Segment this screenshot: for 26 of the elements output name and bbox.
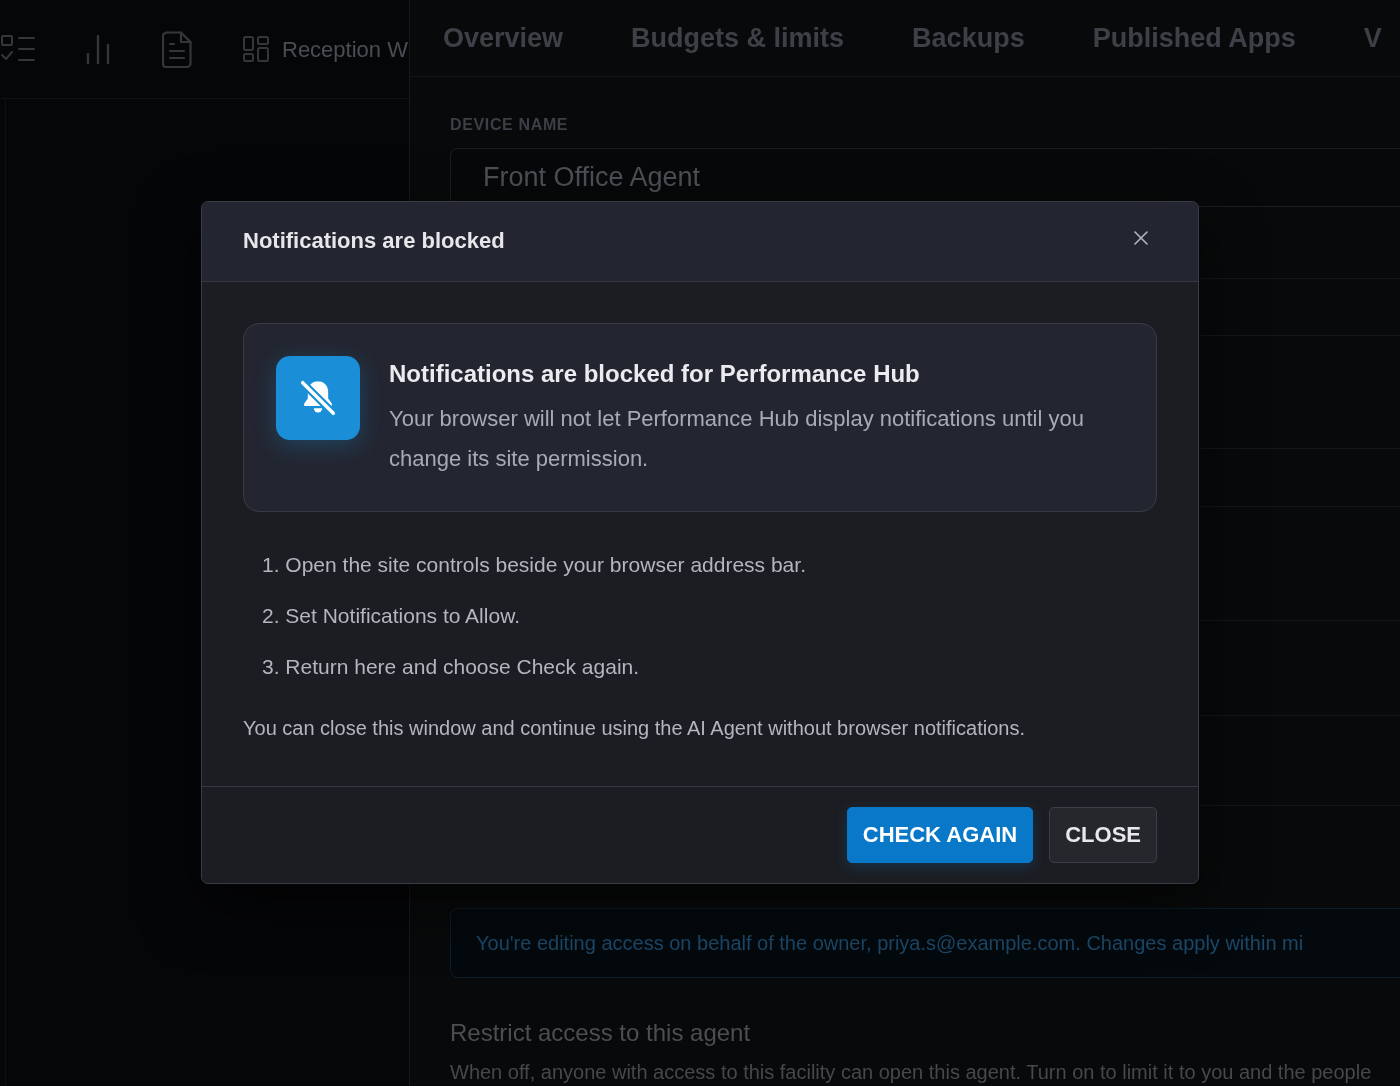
- step-text: 3. Return here and choose Check again.: [261, 654, 641, 680]
- close-dialog-button[interactable]: CLOSE: [1049, 807, 1157, 863]
- tab[interactable]: Budgets & limits: [631, 21, 845, 55]
- dialog-title: Notifications are blocked: [243, 228, 505, 255]
- toolbar-link[interactable]: Reception W: [243, 32, 408, 66]
- step-text: 1. Open the site controls beside your browser address bar.: [261, 552, 807, 578]
- section-description: When off, anyone with access to this facility can open this agent. Turn on to limit it to you and the people: [450, 1061, 1373, 1083]
- tab[interactable]: Backups: [912, 21, 1025, 55]
- note-text: You can close this window and continue using the AI Agent without browser notifications.: [243, 716, 1026, 741]
- tab[interactable]: Overview: [443, 21, 564, 55]
- checklist-icon[interactable]: [1, 35, 35, 63]
- step-text: 2. Set Notifications to Allow.: [261, 603, 521, 629]
- tab[interactable]: V: [1363, 21, 1382, 55]
- notice-text: Your browser will not let Performance Hub display notifications until you change its site permission.: [389, 405, 1085, 473]
- device-name-field[interactable]: Front Office Agent: [450, 148, 1400, 207]
- notice-title: Notifications are blocked for Performance Hub: [389, 359, 921, 389]
- info-alert: You're editing access on behalf of the owner, priya.s@example.com. Changes apply within mi: [450, 908, 1400, 978]
- grid-icon: [243, 36, 269, 62]
- bar-chart-icon[interactable]: [86, 34, 110, 64]
- tab[interactable]: Published Apps: [1092, 21, 1296, 55]
- field-label: DEVICE NAME: [450, 115, 570, 135]
- muted-bell-icon: [276, 356, 360, 440]
- section-title: Restrict access to this agent: [450, 1018, 752, 1048]
- document-icon[interactable]: [162, 30, 192, 68]
- check-again-button[interactable]: CHECK AGAIN: [846, 807, 1034, 863]
- close-icon: [1134, 230, 1148, 245]
